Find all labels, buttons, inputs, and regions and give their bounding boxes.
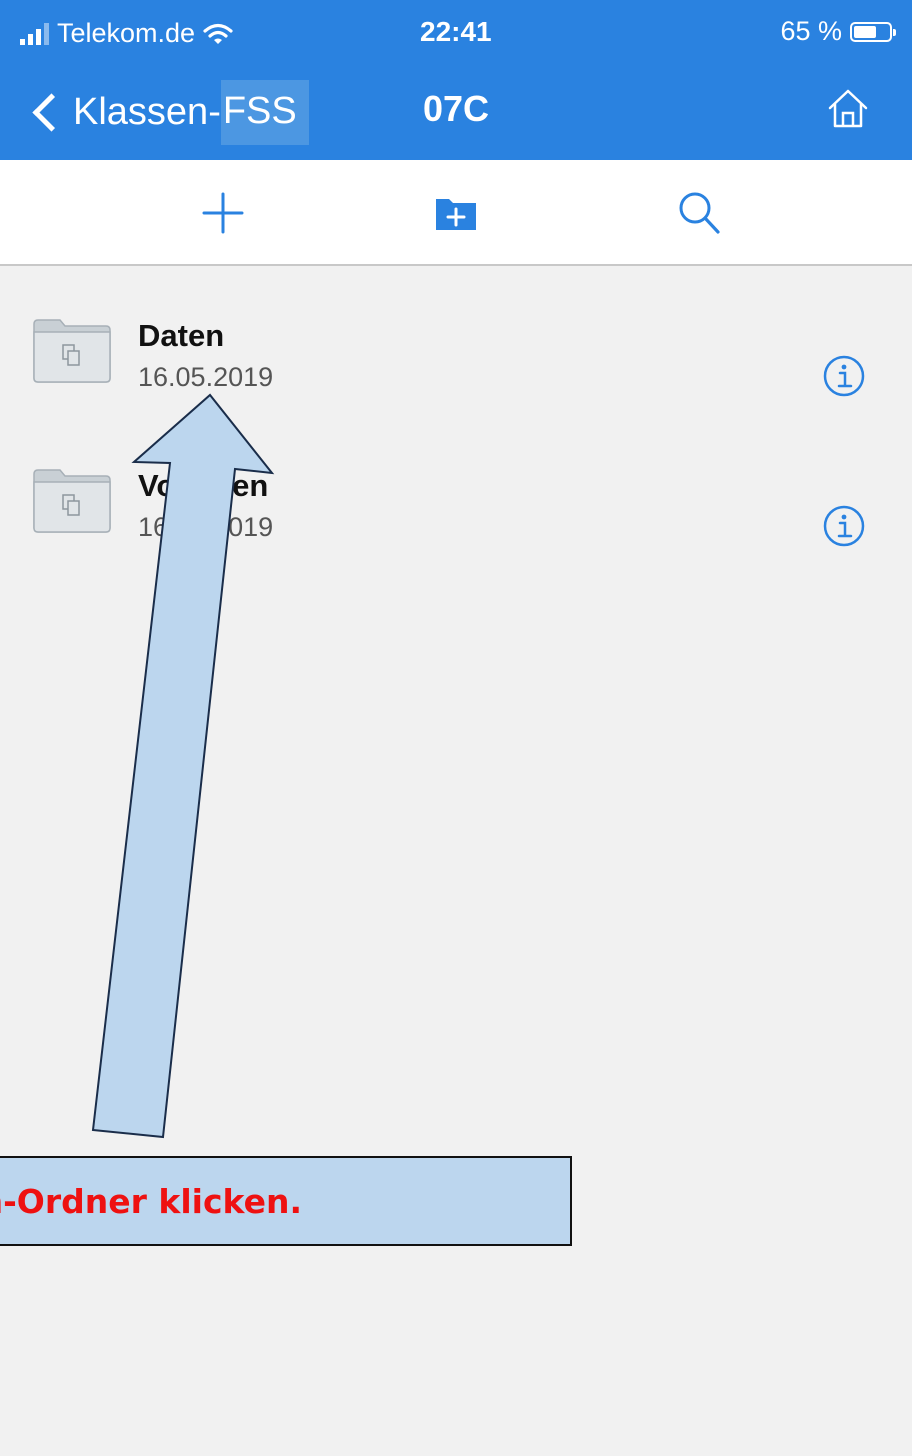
plus-icon[interactable] <box>198 188 248 238</box>
list-item[interactable]: Vorlagen 16.05.2019 <box>0 456 912 586</box>
annotation-text: n-Ordner klicken. <box>0 1181 302 1221</box>
search-icon[interactable] <box>674 188 724 238</box>
info-icon[interactable] <box>822 504 866 548</box>
toolbar <box>0 160 912 266</box>
battery-status: 65 % <box>780 16 896 47</box>
carrier-info: Telekom.de <box>20 18 233 49</box>
back-label: Klassen- <box>73 90 221 133</box>
file-date: 16.05.2019 <box>138 512 274 542</box>
folder-icon <box>33 319 111 383</box>
home-icon[interactable] <box>824 84 872 132</box>
status-time: 22:41 <box>420 16 492 47</box>
list-item[interactable]: Daten 16.05.2019 <box>0 306 912 436</box>
carrier-name: Telekom.de <box>57 18 196 48</box>
signal-icon <box>20 22 49 45</box>
chevron-left-icon <box>32 92 71 132</box>
battery-percent: 65 % <box>780 16 842 46</box>
file-name: Vorlagen <box>138 468 269 503</box>
file-name: Daten <box>138 318 225 353</box>
back-button[interactable]: Klassen- FSS <box>28 76 309 148</box>
navigation-bar: Klassen- FSS 07C <box>0 68 912 160</box>
battery-icon <box>850 21 896 42</box>
wifi-icon <box>203 23 233 44</box>
annotation-callout: n-Ordner klicken. <box>0 1156 572 1246</box>
page-title: 07C <box>422 88 490 129</box>
folder-icon <box>33 469 111 533</box>
info-icon[interactable] <box>822 354 866 398</box>
file-date: 16.05.2019 <box>138 362 274 392</box>
back-label-highlight: FSS <box>220 79 309 145</box>
new-folder-icon[interactable] <box>431 188 481 238</box>
status-bar: Telekom.de 22:41 65 % <box>0 0 912 68</box>
